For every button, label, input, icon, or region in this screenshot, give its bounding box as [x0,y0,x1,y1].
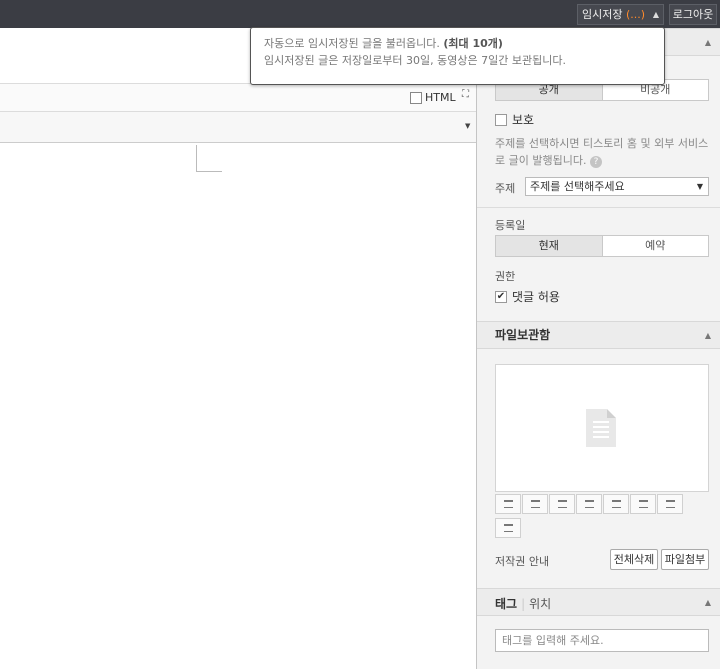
tooltip-line1: 자동으로 임시저장된 글을 불러옵니다. (최대 10개) [264,35,664,52]
align-full-icon[interactable] [576,494,602,514]
permission-label: 권한 [495,270,516,283]
topic-note: 주제를 선택하시면 티스토리 홈 및 외부 서비스로 글이 발행됩니다. ? [495,135,715,169]
copyright-label[interactable]: 저작권 안내 [495,553,549,569]
date-now-button[interactable]: 현재 [496,236,603,256]
align-left-icon[interactable] [495,494,521,514]
html-mode-toggle[interactable]: HTML [410,91,456,104]
two-column-icon[interactable] [603,494,629,514]
help-icon[interactable]: ? [589,156,602,168]
topic-label: 주제 [495,182,516,195]
attach-file-button[interactable]: 파일첨부 [661,549,709,570]
date-label: 등록일 [495,219,526,232]
comment-label: 댓글 허용 [512,290,560,304]
gallery-icon[interactable] [657,494,683,514]
document-icon [586,409,616,447]
collapse-icon[interactable]: ▲ [705,322,711,349]
html-checkbox[interactable] [410,91,422,104]
protect-checkbox[interactable] [495,113,507,126]
chevron-down-icon: ▼ [696,182,703,191]
align-center-icon[interactable] [522,494,548,514]
align-right-icon[interactable] [549,494,575,514]
caret-up-icon: ▲ [652,10,659,19]
topic-select[interactable]: 주제를 선택해주세요 ▼ [525,177,709,196]
settings-sidebar: ▲ 공개 비공개 보호 주제를 선택하시면 티스토리 홈 및 외부 서비스로 글… [476,28,720,669]
topic-select-value: 주제를 선택해주세요 [530,180,625,193]
top-bar: 임시저장 (...) ▲ 로그아웃 [0,0,720,28]
tooltip-max-count: (최대 10개) [443,37,503,50]
temp-save-button[interactable]: 임시저장 (...) ▲ [577,4,664,25]
date-reserve-button[interactable]: 예약 [603,236,709,256]
protect-option[interactable]: 보호 [495,111,534,128]
divider [477,207,720,208]
html-label: HTML [425,91,456,104]
temp-save-tooltip: 자동으로 임시저장된 글을 불러옵니다. (최대 10개) 임시저장된 글은 저… [250,27,665,85]
tooltip-line1-text: 자동으로 임시저장된 글을 불러옵니다. [264,37,440,50]
file-drop-area[interactable] [495,364,709,492]
fullscreen-icon[interactable]: ⛶ [462,90,473,101]
tab-location[interactable]: 위치 [529,597,551,611]
tooltip-line2: 임시저장된 글은 저장일로부터 30일, 동영상은 7일간 보관됩니다. [264,54,566,67]
editor-body-marker [196,145,222,172]
collapse-icon[interactable]: ▲ [705,589,711,616]
chevron-down-icon[interactable]: ▼ [465,122,470,130]
comment-checkbox[interactable]: ✔ [495,290,507,303]
image-align-buttons [495,494,684,514]
temp-save-count: (...) [625,8,646,21]
section-header-files[interactable]: 파일보관함 ▲ [477,321,720,349]
file-section-title: 파일보관함 [495,328,551,342]
tag-input[interactable]: 태그를 입력해 주세요. [495,629,709,652]
tab-tag[interactable]: 태그 [495,597,517,611]
comment-option[interactable]: ✔ 댓글 허용 [495,288,560,305]
collapse-icon[interactable]: ▲ [705,29,711,56]
editor-toolbar: HTML ⛶ [0,84,476,112]
date-toggle: 현재 예약 [495,235,709,257]
audio-icon[interactable] [495,518,521,538]
format-toolbar: ▼ [0,112,476,143]
delete-all-button[interactable]: 전체삭제 [610,549,658,570]
protect-label: 보호 [512,113,535,127]
tag-tabs: 태그 | 위치 [495,597,552,611]
three-column-icon[interactable] [630,494,656,514]
temp-save-label: 임시저장 [582,8,623,21]
logout-button[interactable]: 로그아웃 [669,4,717,25]
